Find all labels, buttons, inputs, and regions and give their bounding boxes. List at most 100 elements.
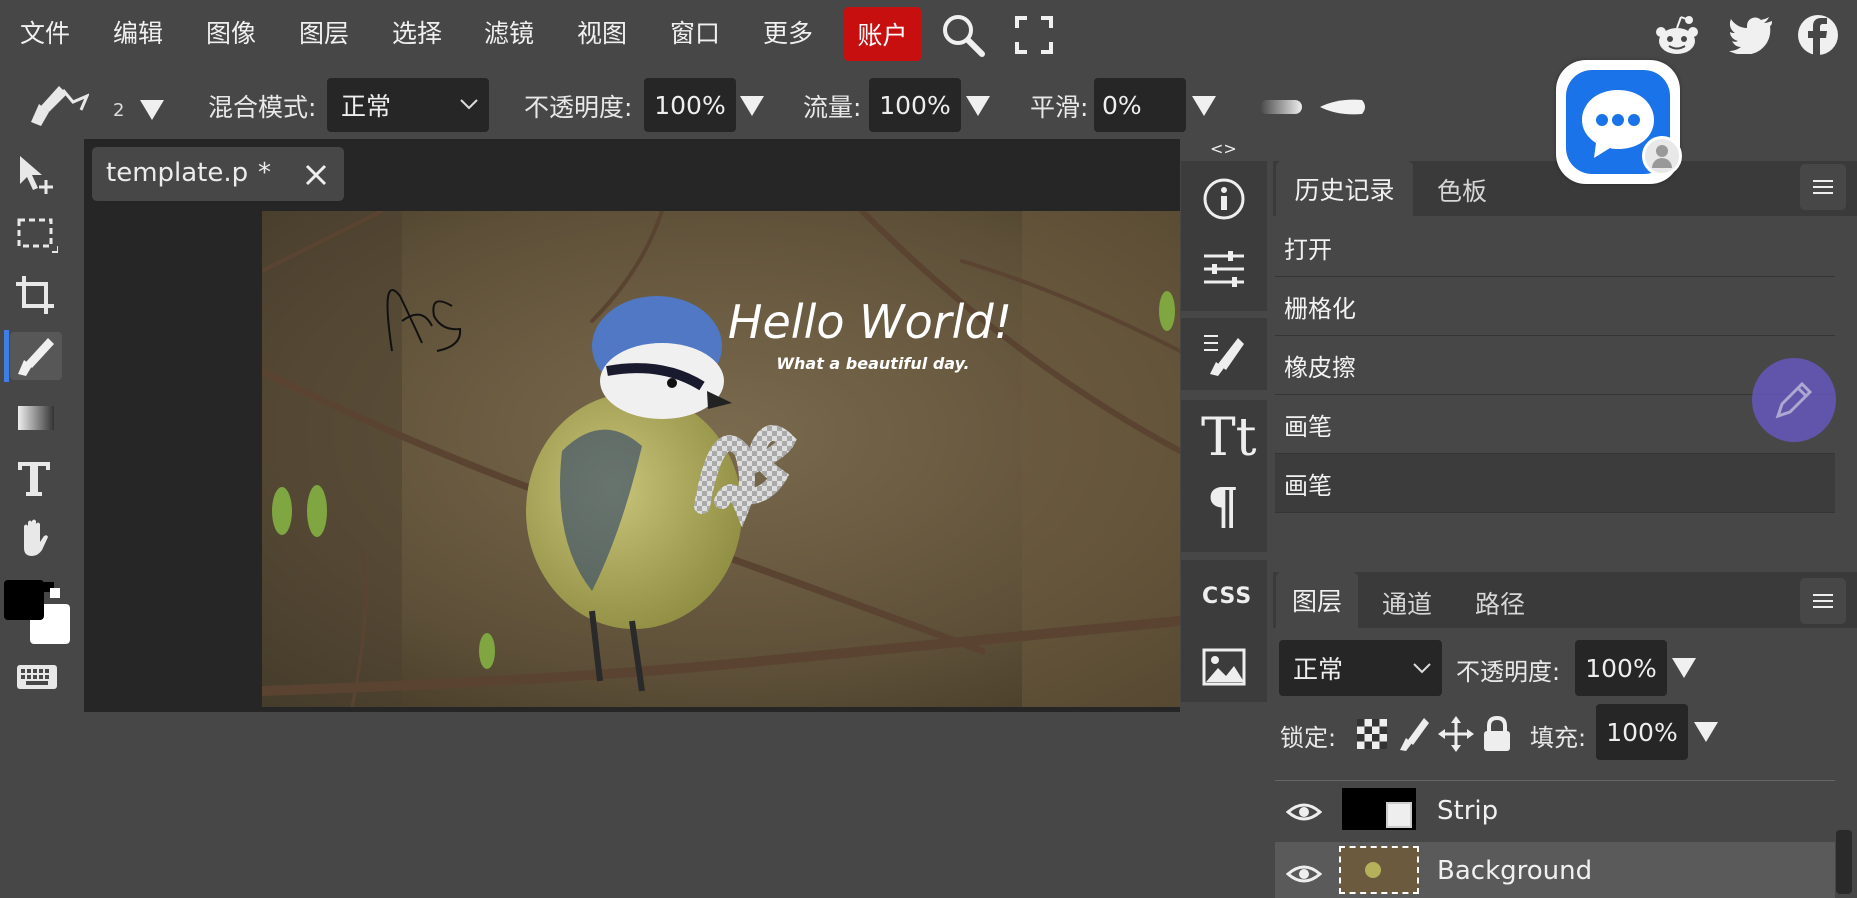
layers-scrollbar[interactable] [1836,830,1852,894]
collapse-arrows[interactable]: <> [1210,139,1237,158]
keyboard-icon[interactable] [16,664,58,690]
brush-settings-icon[interactable] [1202,330,1246,378]
opacity-input[interactable]: 100% [644,78,736,132]
info-icon[interactable] [1203,178,1245,220]
tab-channels[interactable]: 通道 [1382,585,1432,621]
flow-label: 流量: [803,93,862,122]
floating-edit-button[interactable] [1752,358,1836,442]
crop-icon [16,276,54,314]
brush-size-value: 2 [113,100,125,121]
image-icon[interactable] [1202,648,1246,686]
fill-input[interactable]: 100% [1596,704,1688,760]
layer-blend-select[interactable]: 正常 [1279,640,1442,696]
smooth-dropdown-icon[interactable] [1192,96,1216,116]
tab-paths[interactable]: 路径 [1475,585,1525,621]
menu-edit[interactable]: 编辑 [113,14,163,50]
layer-thumbnail [1339,846,1419,894]
history-item[interactable]: 画笔 [1275,395,1835,454]
account-button[interactable]: 账户 [844,7,921,61]
pencil-icon [1775,381,1813,419]
layer-name: Strip [1437,796,1499,826]
search-icon[interactable] [940,12,986,58]
lock-transparency-icon[interactable] [1356,718,1388,750]
brush-preset-icon[interactable] [27,82,89,128]
move-tool[interactable] [10,150,62,198]
blend-mode-select[interactable]: 正常 [327,78,489,132]
hand-icon [24,519,48,556]
history-item[interactable]: 橡皮擦 [1275,336,1835,395]
layer-opacity-label: 不透明度: [1456,658,1561,686]
close-icon[interactable] [304,163,328,187]
layer-thumbnail [1342,788,1416,830]
fill-dropdown-icon[interactable] [1694,722,1718,742]
type-tool[interactable] [10,454,62,502]
layers-panel-header [1273,572,1857,628]
layers-menu-button[interactable] [1800,578,1846,624]
adjustments-icon[interactable] [1202,250,1246,288]
menu-view[interactable]: 视图 [577,14,627,50]
flow-input[interactable]: 100% [869,78,961,132]
tab-swatches[interactable]: 色板 [1437,172,1487,208]
chat-app-button[interactable] [1556,60,1682,184]
menu-file[interactable]: 文件 [20,14,70,50]
tab-history[interactable]: 历史记录 [1276,161,1413,216]
brush-icon [18,338,54,376]
brush-tool[interactable] [10,332,62,380]
history-item[interactable]: 栅格化 [1275,277,1835,336]
layer-blend-value: 正常 [1293,655,1344,684]
flow-dropdown-icon[interactable] [966,96,990,116]
smooth-label: 平滑: [1030,93,1089,122]
menu-filter[interactable]: 滤镜 [484,14,534,50]
lock-all-icon[interactable] [1482,716,1512,752]
layer-row-background[interactable]: Background [1275,842,1835,898]
opacity-dropdown-icon[interactable] [740,96,764,116]
crop-tool[interactable] [10,272,62,320]
fullscreen-icon[interactable] [1015,16,1053,54]
layer-row-strip[interactable]: Strip [1275,782,1835,842]
document-tab[interactable]: template.p * [92,147,344,201]
menu-layer[interactable]: 图层 [299,14,349,50]
twitter-icon[interactable] [1729,16,1773,54]
character-panel-icon[interactable]: Tt [1201,408,1257,468]
css-panel-button[interactable]: CSS [1202,584,1252,609]
lock-pixels-icon[interactable] [1398,716,1430,752]
menu-select[interactable]: 选择 [392,14,442,50]
canvas-headline: Hello World! [728,295,1012,349]
visibility-eye-icon[interactable] [1286,800,1322,824]
opacity-label: 不透明度: [524,93,633,122]
hand-tool[interactable] [10,514,62,562]
swap-colors-icon[interactable] [44,582,60,598]
layer-opacity-input[interactable]: 100% [1575,640,1667,696]
menu-bar: 文件 编辑 图像 图层 选择 滤镜 视图 窗口 更多 账户 [0,0,1857,70]
gradient-icon [18,406,54,430]
tab-layers[interactable]: 图层 [1276,572,1358,628]
gradient-tool[interactable] [10,394,62,442]
history-item-active[interactable]: 画笔 [1275,454,1835,513]
layer-name: Background [1437,856,1593,886]
brush-shape-icons[interactable] [1258,96,1368,118]
lock-label: 锁定: [1280,724,1337,752]
visibility-eye-icon[interactable] [1286,862,1322,886]
brush-size-dropdown-icon[interactable] [140,100,164,120]
text-t-icon [18,462,50,496]
layer-opacity-dropdown-icon[interactable] [1672,658,1696,678]
reddit-icon[interactable] [1655,14,1699,56]
image-canvas[interactable]: Hello World! What a beautiful day. [262,211,1180,707]
menu-more[interactable]: 更多 [763,14,813,50]
history-item[interactable]: 打开 [1275,218,1835,277]
menu-window[interactable]: 窗口 [670,14,720,50]
canvas-subline: What a beautiful day. [776,354,969,373]
lock-position-icon[interactable] [1438,716,1474,752]
marquee-icon [17,218,58,253]
menu-image[interactable]: 图像 [206,14,256,50]
paragraph-panel-icon[interactable]: ¶ [1207,476,1239,535]
active-tool-indicator [4,330,9,382]
smooth-input[interactable]: 0% [1094,78,1186,132]
marquee-tool[interactable] [10,210,62,258]
blend-mode-value: 正常 [341,92,392,121]
history-menu-button[interactable] [1800,164,1846,210]
facebook-icon[interactable] [1797,14,1839,56]
document-tab-name: template.p [106,158,249,188]
chevron-down-icon [1413,663,1431,674]
move-arrow-icon [20,156,53,194]
